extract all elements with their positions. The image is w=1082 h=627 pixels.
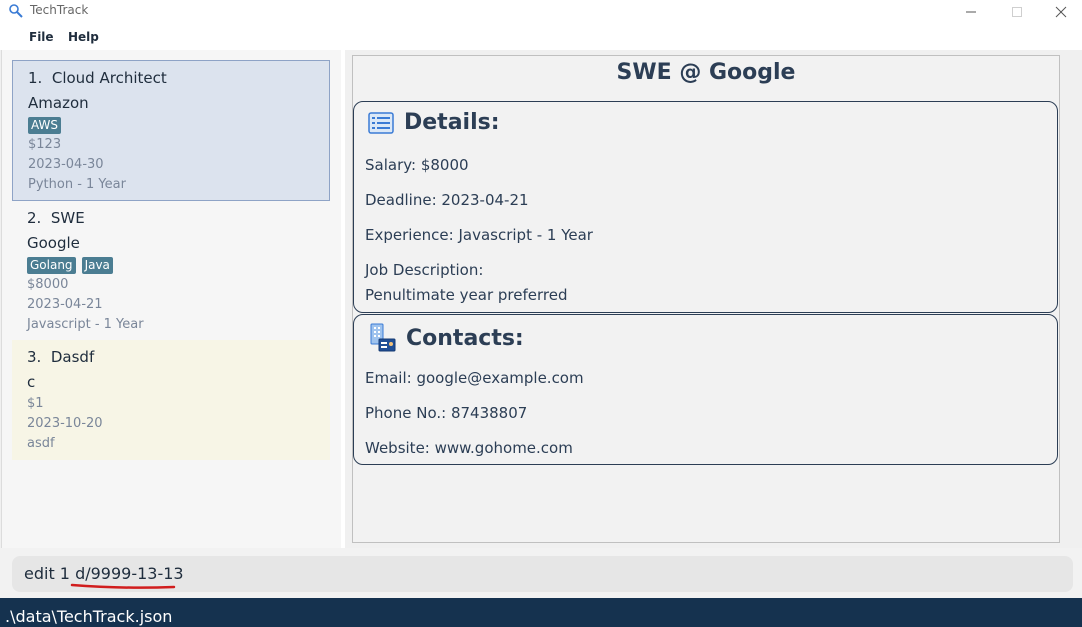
job-card-company: Google: [27, 234, 80, 252]
title-bar: TechTrack: [0, 0, 1082, 24]
tag-badge: Golang: [27, 257, 76, 274]
detail-job-description-label: Job Description:: [365, 261, 484, 279]
menu-bar: File Help: [0, 24, 1082, 50]
close-button[interactable]: [1038, 0, 1082, 24]
window-title: TechTrack: [30, 3, 89, 17]
job-card-salary: $8000: [27, 277, 69, 292]
magnifier-icon: [9, 4, 23, 18]
contact-card-icon: [370, 323, 396, 352]
job-card-company: c: [27, 373, 36, 391]
data-file-path: .\data\TechTrack.json: [5, 607, 173, 626]
close-icon: [1055, 6, 1067, 18]
job-card-1[interactable]: 1. Cloud Architect Amazon AWS $123 2023-…: [12, 60, 330, 201]
pane-splitter[interactable]: [341, 50, 345, 548]
job-card-index-role: 2. SWE: [27, 209, 85, 227]
details-header: Details:: [368, 110, 500, 135]
job-card-tags: AWS: [28, 117, 62, 134]
detail-website: Website: www.gohome.com: [365, 439, 573, 457]
job-card-salary: $123: [28, 137, 62, 152]
job-card-index-role: 1. Cloud Architect: [28, 69, 167, 87]
detail-title: SWE @ Google: [616, 60, 796, 85]
contacts-section: Contacts: Email: google@example.com Phon…: [353, 314, 1058, 465]
minimize-button[interactable]: [948, 0, 994, 24]
tag-badge: Java: [81, 257, 113, 274]
contacts-header: Contacts:: [368, 323, 524, 353]
maximize-icon: [1012, 7, 1022, 17]
job-card-tags: Golang Java: [27, 257, 113, 274]
detail-job-description: Penultimate year preferred: [365, 286, 568, 304]
detail-experience: Experience: Javascript - 1 Year: [365, 226, 593, 244]
tag-badge: AWS: [28, 117, 62, 134]
contacts-title: Contacts:: [406, 325, 524, 351]
detail-email: Email: google@example.com: [365, 369, 584, 387]
details-section: Details: Salary: $8000 Deadline: 2023-04…: [353, 101, 1058, 313]
job-card-company: Amazon: [28, 94, 89, 112]
job-card-index-role: 3. Dasdf: [27, 348, 95, 366]
list-icon: [368, 111, 394, 134]
detail-salary: Salary: $8000: [365, 156, 469, 174]
job-card-deadline: 2023-04-30: [28, 157, 104, 172]
red-underline-annotation: [70, 583, 176, 589]
minimize-icon: [966, 11, 976, 13]
job-card-deadline: 2023-10-20: [27, 416, 103, 431]
job-card-3[interactable]: 3. Dasdf c $1 2023-10-20 asdf: [12, 340, 330, 460]
job-card-experience: Javascript - 1 Year: [27, 317, 144, 332]
details-title: Details:: [404, 110, 500, 135]
command-text[interactable]: edit 1 d/9999-13-13: [24, 564, 184, 583]
job-card-deadline: 2023-04-21: [27, 297, 103, 312]
menu-help[interactable]: Help: [68, 30, 99, 44]
job-card-2[interactable]: 2. SWE Google Golang Java $8000 2023-04-…: [12, 201, 330, 340]
maximize-button[interactable]: [994, 0, 1040, 24]
job-card-salary: $1: [27, 396, 44, 411]
detail-deadline: Deadline: 2023-04-21: [365, 191, 529, 209]
job-card-experience: asdf: [27, 436, 55, 451]
job-card-experience: Python - 1 Year: [28, 177, 126, 192]
detail-phone: Phone No.: 87438807: [365, 404, 528, 422]
menu-file[interactable]: File: [29, 30, 54, 44]
job-detail-panel: SWE @ Google Details: Salary: $8000 Dead…: [352, 55, 1060, 543]
